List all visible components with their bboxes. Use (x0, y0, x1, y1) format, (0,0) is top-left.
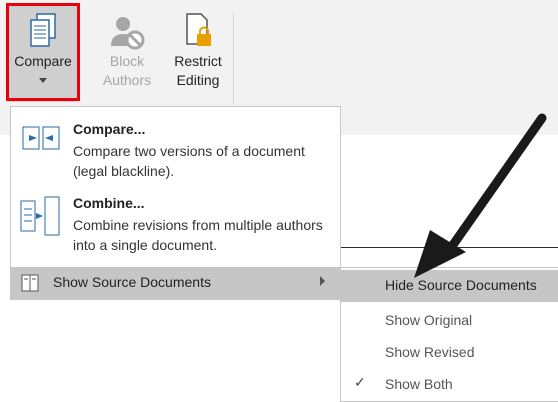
annotation-arrow (414, 113, 547, 278)
